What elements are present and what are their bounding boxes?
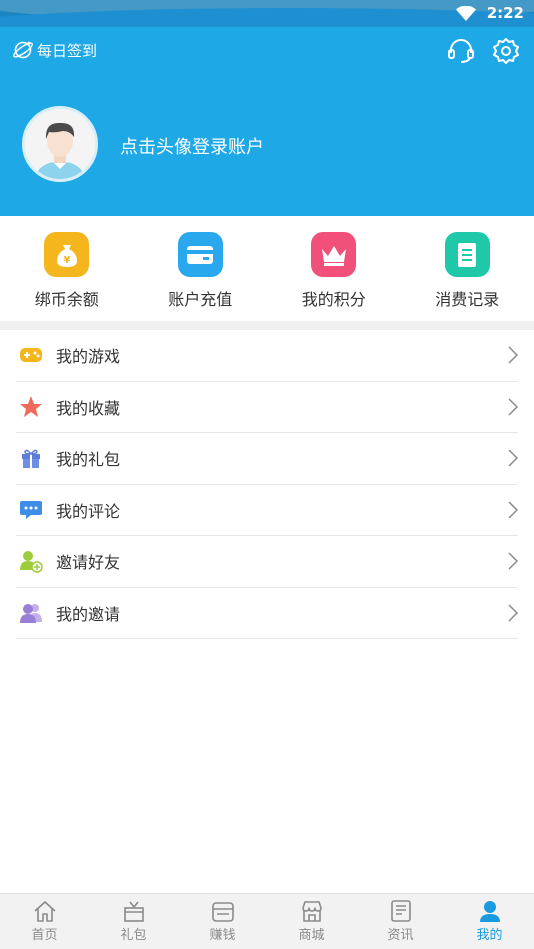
star-icon xyxy=(18,394,44,420)
menu-item-label: 我的评论 xyxy=(56,501,121,521)
tab-store[interactable]: 商城 xyxy=(267,894,356,949)
store-icon xyxy=(301,901,322,922)
invite-icon xyxy=(18,600,44,626)
menu-item-label: 我的收藏 xyxy=(56,398,121,418)
menu-item-my-favorites[interactable]: 我的收藏 xyxy=(16,382,518,433)
settings-gear-icon[interactable] xyxy=(491,36,521,66)
wifi-icon xyxy=(456,6,476,21)
tab-gifts[interactable]: 礼包 xyxy=(89,894,178,949)
tab-label: 赚钱 xyxy=(209,928,236,943)
profile-icon xyxy=(479,901,500,922)
tab-earn[interactable]: 赚钱 xyxy=(178,894,267,949)
add-friend-icon xyxy=(18,548,44,574)
card-icon xyxy=(177,232,223,277)
login-prompt[interactable]: 点击头像登录账户 xyxy=(120,133,264,159)
status-bar: 2:22 xyxy=(0,0,534,27)
chevron-right-icon xyxy=(508,397,518,416)
profile-header: 每日签到 点击头像登录账户 xyxy=(0,27,534,216)
chevron-right-icon xyxy=(508,346,518,364)
crown-icon xyxy=(311,232,357,277)
svg-text:¥: ¥ xyxy=(63,255,70,266)
bottom-tab-bar: 首页 礼包 赚钱 商城 资讯 我的 xyxy=(0,893,534,949)
avatar[interactable] xyxy=(22,106,98,182)
bound-coin-balance-button[interactable]: ¥ 绑币余额 xyxy=(0,216,134,321)
quick-action-label: 绑币余额 xyxy=(34,290,99,309)
chevron-right-icon xyxy=(508,552,518,570)
menu-item-label: 我的邀请 xyxy=(56,604,121,624)
menu-item-my-comments[interactable]: 我的评论 xyxy=(16,485,518,536)
home-icon xyxy=(33,901,56,922)
tab-label: 礼包 xyxy=(120,928,147,943)
menu-item-invite-friends[interactable]: 邀请好友 xyxy=(16,536,518,588)
menu-item-label: 邀请好友 xyxy=(56,553,121,573)
gift-box-icon xyxy=(123,901,144,922)
default-avatar-icon xyxy=(25,109,95,179)
quick-action-label: 消费记录 xyxy=(435,290,500,309)
status-time: 2:22 xyxy=(486,4,524,22)
news-icon xyxy=(390,900,411,922)
tab-news[interactable]: 资讯 xyxy=(356,894,445,949)
gamepad-icon xyxy=(18,342,44,368)
earn-icon xyxy=(211,902,234,922)
menu-list: 我的游戏 我的收藏 我的礼包 我的评论 邀请好友 我的邀请 xyxy=(16,330,518,639)
account-recharge-button[interactable]: 账户充值 xyxy=(134,216,268,321)
quick-action-label: 账户充值 xyxy=(168,290,233,309)
tab-label: 我的 xyxy=(476,928,503,943)
comment-icon xyxy=(18,497,44,523)
checkin-label: 每日签到 xyxy=(37,41,98,60)
customer-service-icon[interactable] xyxy=(446,36,476,66)
tab-label: 资讯 xyxy=(387,928,414,943)
menu-item-label: 我的礼包 xyxy=(56,450,121,470)
quick-action-label: 我的积分 xyxy=(301,290,366,309)
menu-item-label: 我的游戏 xyxy=(56,347,121,367)
chevron-right-icon xyxy=(508,449,518,467)
record-icon xyxy=(444,232,490,277)
menu-item-my-games[interactable]: 我的游戏 xyxy=(16,330,518,382)
chevron-right-icon xyxy=(508,500,518,519)
checkin-icon xyxy=(13,41,33,59)
money-bag-icon: ¥ xyxy=(44,232,90,277)
consumption-record-button[interactable]: 消费记录 xyxy=(401,216,534,321)
section-divider xyxy=(0,321,534,330)
gift-icon xyxy=(18,445,44,471)
quick-actions: ¥ 绑币余额 账户充值 我的积分 消费记录 xyxy=(0,216,534,321)
menu-item-my-invitations[interactable]: 我的邀请 xyxy=(16,588,518,639)
tab-profile[interactable]: 我的 xyxy=(445,894,534,949)
my-points-button[interactable]: 我的积分 xyxy=(267,216,401,321)
chevron-right-icon xyxy=(508,603,518,622)
tab-home[interactable]: 首页 xyxy=(0,894,89,949)
tab-label: 首页 xyxy=(31,928,58,943)
checkin-button[interactable]: 每日签到 xyxy=(12,39,97,61)
tab-label: 商城 xyxy=(298,928,325,943)
menu-item-my-gifts[interactable]: 我的礼包 xyxy=(16,433,518,485)
